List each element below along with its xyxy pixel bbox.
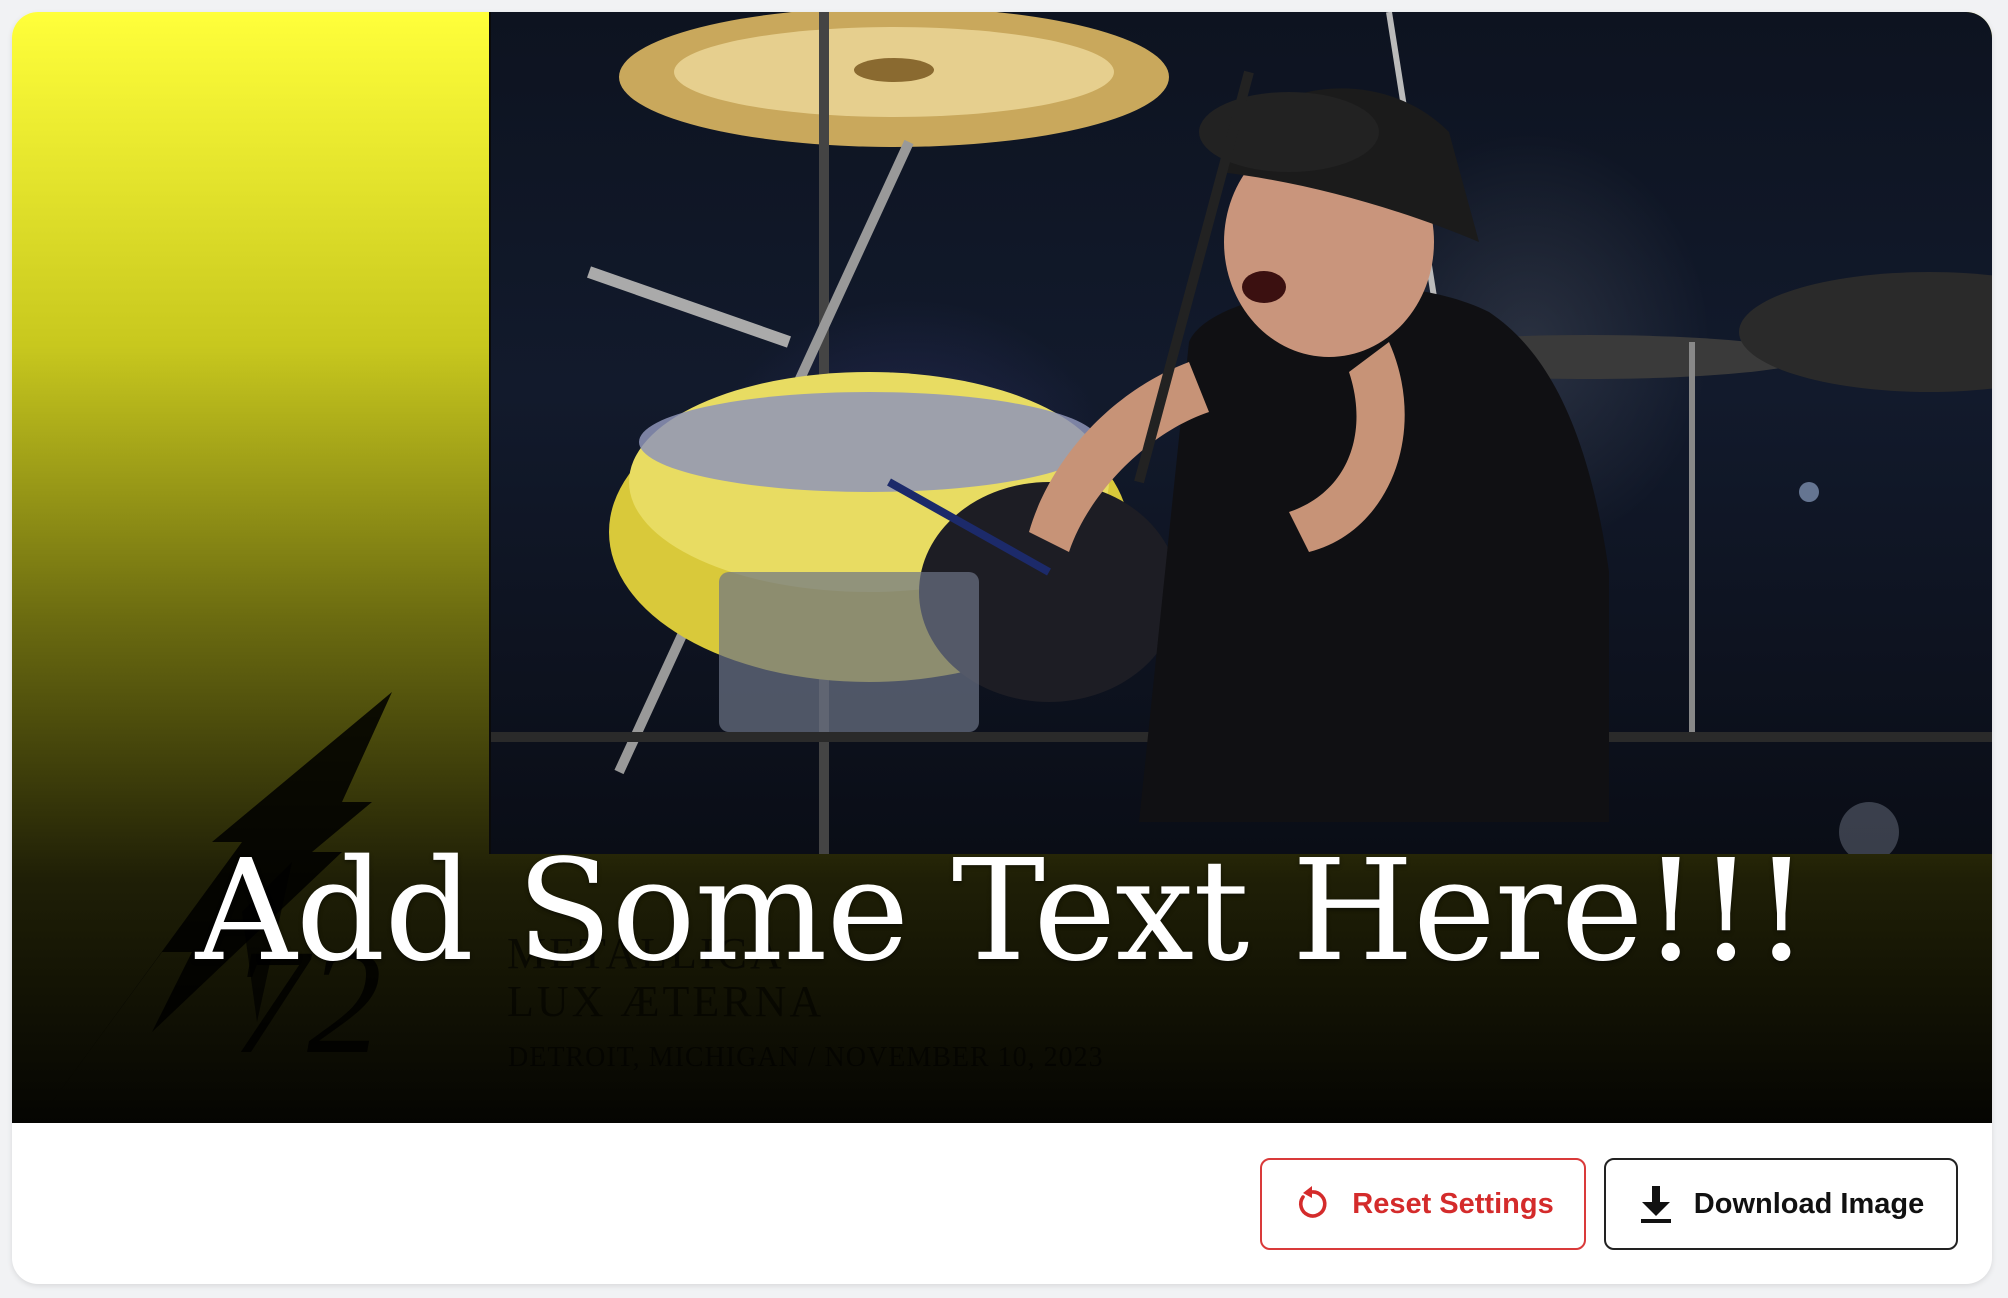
download-image-label: Download Image <box>1693 1187 1925 1220</box>
reset-icon <box>1299 1186 1327 1218</box>
poster-preview: 72 METALLICA LUX ÆTERNA DETROIT, MICHIGA… <box>12 12 1992 1123</box>
poster-meta: DETROIT, MICHIGAN / NOVEMBER 10, 2023 <box>508 1042 1104 1073</box>
download-icon <box>1640 1186 1671 1223</box>
editor-card: 72 METALLICA LUX ÆTERNA DETROIT, MICHIGA… <box>12 12 1992 1284</box>
headline-text[interactable]: Add Some Text Here!!! <box>12 842 1992 982</box>
download-image-button[interactable]: Download Image <box>1604 1158 1958 1250</box>
reset-settings-label: Reset Settings <box>1352 1187 1554 1220</box>
reset-settings-button[interactable]: Reset Settings <box>1260 1158 1586 1250</box>
drummer-photo <box>489 12 1992 854</box>
